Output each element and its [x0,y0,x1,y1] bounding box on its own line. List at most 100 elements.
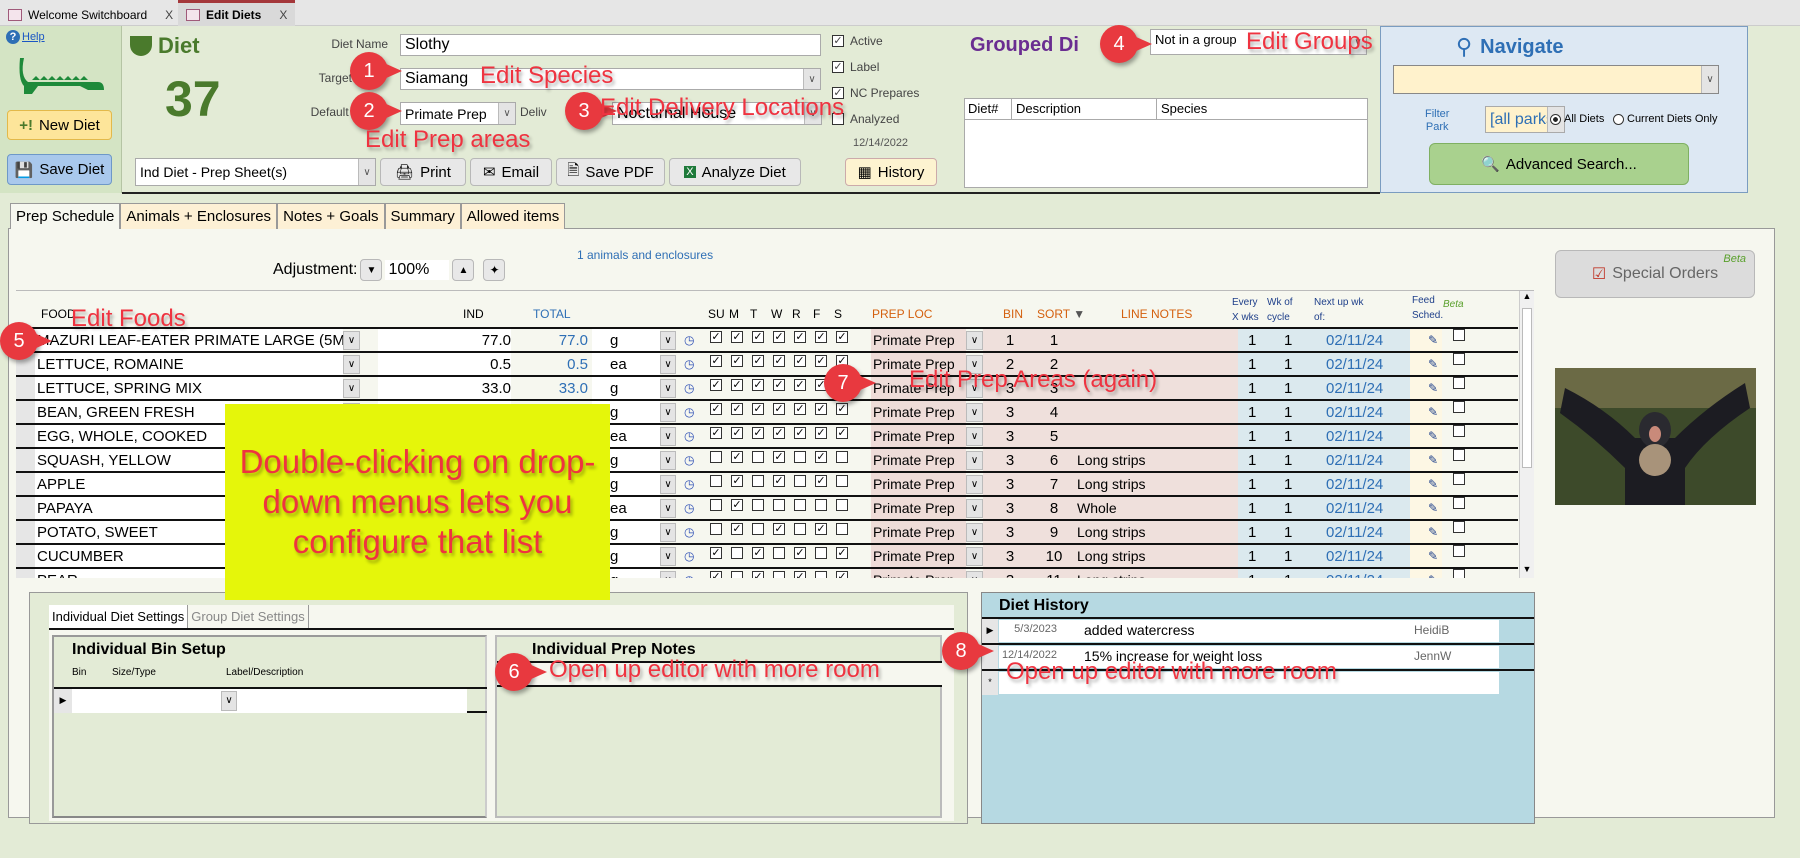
ind-cell[interactable]: 33.0 [378,377,511,399]
checkbox-unchecked-icon[interactable] [836,499,848,511]
radio-current-diets[interactable]: Current Diets Only [1613,113,1717,125]
checkbox-checked-icon[interactable]: ✓ [752,355,764,367]
checkbox-checked-icon[interactable]: ✓ [794,403,806,415]
clock-icon[interactable]: ◷ [684,545,698,567]
header-day-m[interactable]: M [729,307,739,321]
header-day-s[interactable]: S [834,307,842,321]
pencil-icon[interactable]: ✎ [1428,425,1440,447]
checkbox-checked-icon[interactable]: ✓ [710,379,722,391]
checkbox-checked-icon[interactable]: ✓ [731,499,743,511]
history-note[interactable]: added watercress [1084,622,1195,638]
chevron-down-icon[interactable]: ∨ [358,159,375,185]
checkbox-unchecked-icon[interactable] [1453,377,1465,389]
checkbox-checked-icon[interactable]: ✓ [731,523,743,535]
checkbox-unchecked-icon[interactable] [836,451,848,463]
history-button[interactable]: ▦ History [845,158,937,186]
checkbox-checked-icon[interactable]: ✓ [731,475,743,487]
chevron-down-icon[interactable]: ∨ [966,427,983,446]
checkbox-unchecked-icon[interactable] [1453,497,1465,509]
checkbox-unchecked-icon[interactable] [752,451,764,463]
clock-icon[interactable]: ◷ [684,521,698,543]
decrease-adjustment-button[interactable]: ▼ [360,259,383,281]
checkbox-unchecked-icon[interactable] [1453,449,1465,461]
pencil-icon[interactable]: ✎ [1428,473,1440,495]
advanced-search-button[interactable]: 🔍 Advanced Search... [1429,143,1689,185]
checkbox-checked-icon[interactable]: ✓ [815,523,827,535]
prep-loc-cell[interactable]: Primate Prep [871,569,966,578]
row-selector[interactable] [16,449,35,471]
header-ind[interactable]: IND [463,307,484,321]
checkbox-checked-icon[interactable]: ✓ [752,547,764,559]
column-header-diet-number[interactable]: Diet# [965,99,1012,119]
chevron-down-icon[interactable]: ∨ [1701,66,1718,93]
ind-cell[interactable]: 0.5 [378,353,511,375]
column-header-description[interactable]: Description [1012,99,1157,119]
prep-loc-cell[interactable]: Primate Prep [871,473,966,495]
row-selector[interactable] [16,473,35,495]
prep-loc-cell[interactable]: Primate Prep [871,329,966,351]
chevron-down-icon[interactable]: ∨ [343,379,360,398]
checkbox-checked-icon[interactable]: ✓ [710,547,722,559]
pencil-icon[interactable]: ✎ [1428,377,1440,399]
chevron-down-icon[interactable]: ∨ [966,331,983,350]
header-feed-sched[interactable]: Feed Sched. [1412,293,1443,323]
scroll-up-icon[interactable]: ▲ [1520,291,1534,306]
line-notes-cell[interactable] [1077,425,1237,447]
header-day-w[interactable]: W [771,307,782,321]
checkbox-checked-icon[interactable]: ✓ [815,451,827,463]
clock-icon[interactable]: ◷ [684,401,698,423]
chevron-down-icon[interactable]: ∨ [660,427,676,446]
checkbox-checked-icon[interactable]: ✓ [794,547,806,559]
chevron-down-icon[interactable]: ∨ [660,331,676,350]
checkbox-checked-icon[interactable]: ✓ [836,403,848,415]
header-every-x-wks[interactable]: Every X wks [1232,295,1259,325]
diet-name-input[interactable]: Slothy [400,34,821,56]
checkbox-checked-icon[interactable]: ✓ [752,379,764,391]
checkbox-unchecked-icon[interactable] [731,571,743,578]
checkbox-unchecked-icon[interactable] [710,451,722,463]
new-record-icon[interactable]: * [982,671,998,695]
checkbox-checked-icon[interactable]: ✓ [710,403,722,415]
checkbox-checked-icon[interactable]: ✓ [815,403,827,415]
chevron-down-icon[interactable]: ∨ [660,379,676,398]
line-notes-cell[interactable]: Long strips [1077,473,1237,495]
checkbox-checked-icon[interactable]: ✓ [731,427,743,439]
help-link[interactable]: ? Help [6,30,45,44]
checkbox-unchecked-icon[interactable] [1453,425,1465,437]
checkbox-unchecked-icon[interactable] [815,547,827,559]
clock-icon[interactable]: ◷ [684,425,698,447]
checkbox-checked-icon[interactable]: ✓ [710,571,722,578]
chevron-down-icon[interactable]: ∨ [966,451,983,470]
clock-icon[interactable]: ◷ [684,329,698,351]
checkbox-checked-icon[interactable]: ✓ [710,427,722,439]
clock-icon[interactable]: ◷ [684,353,698,375]
checkbox-checked-icon[interactable]: ✓ [752,331,764,343]
ind-cell[interactable]: 77.0 [378,329,511,351]
checkbox-unchecked-icon[interactable] [1453,545,1465,557]
prep-loc-cell[interactable]: Primate Prep [871,521,966,543]
header-prep-loc[interactable]: PREP LOC [872,307,932,321]
grouped-diets-list[interactable]: Diet# Description Species [964,98,1368,188]
tab-individual-diet-settings[interactable]: Individual Diet Settings [49,605,189,628]
line-notes-cell[interactable]: Long strips [1077,521,1237,543]
clock-icon[interactable]: ◷ [684,497,698,519]
checkbox-checked-icon[interactable]: ✓ [815,475,827,487]
food-cell[interactable]: LETTUCE, SPRING MIX [35,377,343,399]
checkbox-checked-icon[interactable]: ✓ [836,427,848,439]
line-notes-cell[interactable]: Long strips [1077,449,1237,471]
analyze-diet-button[interactable]: X Analyze Diet [669,158,801,186]
chevron-down-icon[interactable]: ∨ [343,355,360,374]
pencil-icon[interactable]: ✎ [1428,329,1440,351]
doc-tab-welcome-switchboard[interactable]: Welcome Switchboard X [0,3,181,26]
chevron-down-icon[interactable]: ∨ [660,571,676,578]
flag-nc-prepares[interactable]: ✓ NC Prepares [832,86,919,100]
navigate-diet-search-combo[interactable]: ∨ [1393,65,1719,94]
header-day-t[interactable]: T [750,307,757,321]
scroll-down-icon[interactable]: ▼ [1520,564,1534,578]
checkbox-unchecked-icon[interactable] [794,451,806,463]
checkbox-checked-icon[interactable]: ✓ [773,331,785,343]
checkbox-checked-icon[interactable]: ✓ [773,379,785,391]
checkbox-unchecked-icon[interactable] [815,571,827,578]
chevron-down-icon[interactable]: ∨ [660,523,676,542]
header-line-notes[interactable]: LINE NOTES [1121,307,1192,321]
